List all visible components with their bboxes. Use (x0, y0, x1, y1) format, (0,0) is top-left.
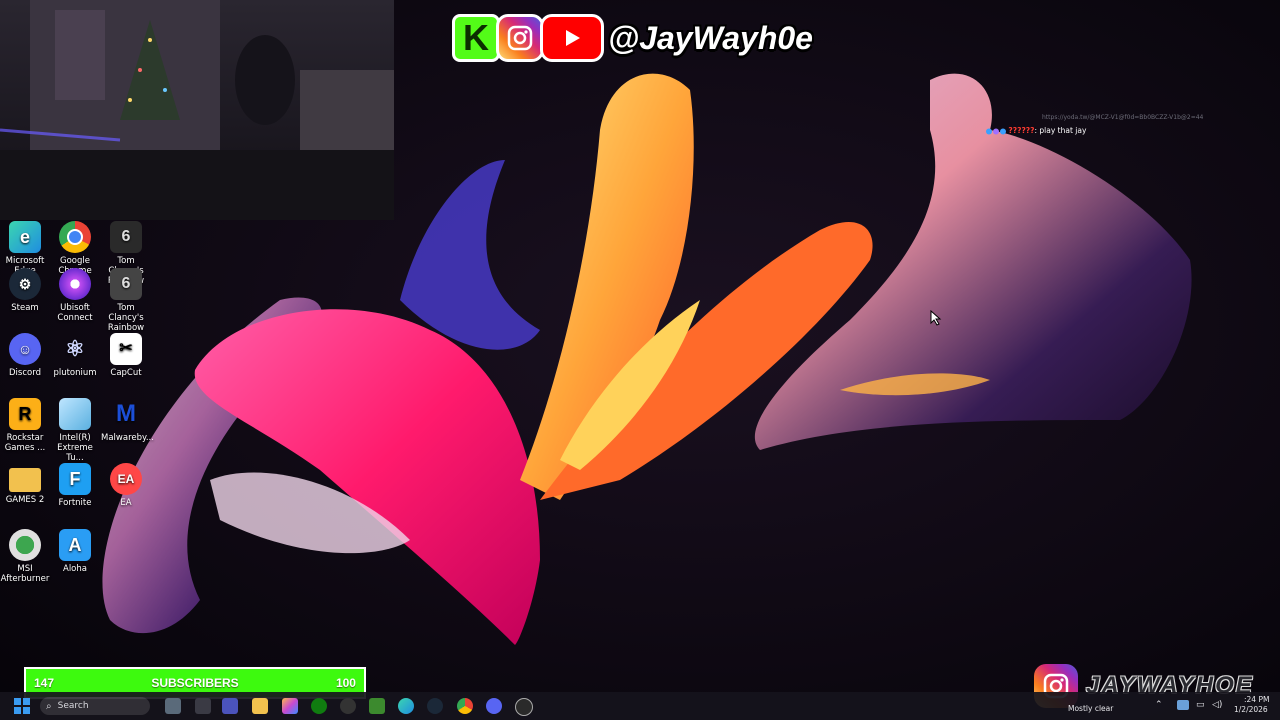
tray-chevron-icon[interactable]: ⌃ (1155, 700, 1163, 710)
instagram-icon (496, 14, 544, 62)
desktop-icon-games-folder[interactable]: GAMES 2 (0, 463, 50, 505)
webcam-overlay (0, 0, 394, 220)
clock-time[interactable]: :24 PM (1244, 695, 1269, 704)
weather-text: Mostly clear (1068, 704, 1114, 713)
subscriber-goal: 100 (335, 676, 356, 690)
minecraft-icon[interactable] (369, 698, 385, 714)
intel-xtu-icon (59, 398, 91, 430)
edge-icon[interactable] (398, 698, 414, 714)
obs-icon[interactable] (515, 698, 533, 716)
rockstar-icon: R (9, 398, 41, 430)
steam-icon: ⚙ (9, 268, 41, 300)
desktop-icon-label: Fortnite (58, 498, 92, 508)
desktop-icon-label: CapCut (110, 368, 142, 378)
desktop-icon-label: EA (120, 498, 132, 508)
desktop-icon-rainbow-six-2[interactable]: 6 Tom Clancy's Rainbow Si... (101, 268, 151, 343)
ubisoft-icon (59, 268, 91, 300)
social-banner: K @JayWayh0e (452, 12, 813, 64)
malwarebytes-icon: M (116, 400, 136, 427)
desktop-icon-capcut[interactable]: ✂ CapCut (101, 333, 151, 378)
kick-logo-icon: K (452, 14, 500, 62)
desktop-icon-rockstar[interactable]: R Rockstar Games ... (0, 398, 50, 453)
chat-text: : play that jay (1034, 126, 1087, 135)
desktop-icon-intel-xtu[interactable]: Intel(R) Extreme Tu... (50, 398, 100, 463)
desktop-icon-discord[interactable]: ☺ Discord (0, 333, 50, 378)
folder-icon (9, 468, 41, 492)
desktop-icon-fortnite[interactable]: F Fortnite (50, 463, 100, 508)
chrome-icon (59, 221, 91, 253)
desktop-icon-label: Malwareby... (101, 433, 154, 443)
file-explorer-icon[interactable] (195, 698, 211, 714)
desktop-icon-ubisoft[interactable]: Ubisoft Connect (50, 268, 100, 323)
desktop-icon-ea[interactable]: EA EA (101, 463, 151, 508)
capcut-icon: ✂ (110, 333, 142, 365)
msi-afterburner-icon (9, 529, 41, 561)
youtube-icon (540, 14, 604, 62)
desktop-icon-steam[interactable]: ⚙ Steam (0, 268, 50, 313)
discord-icon[interactable] (486, 698, 502, 714)
subscriber-label: SUBSCRIBERS (151, 676, 239, 690)
tray-app-icon[interactable] (1177, 700, 1189, 710)
desktop-icon-label: plutonium (53, 368, 97, 378)
desktop-icon-label: Steam (11, 303, 39, 313)
search-icon: ⌕ (46, 700, 52, 712)
desktop-icon-label: MSI Afterburner (0, 564, 50, 584)
desktop-icon-aloha[interactable]: A Aloha (50, 529, 100, 574)
teams-icon[interactable] (222, 698, 238, 714)
clock-date[interactable]: 1/2/2026 (1234, 705, 1268, 714)
taskbar-search[interactable]: ⌕ Search (40, 697, 150, 715)
network-icon[interactable]: ▭ (1196, 700, 1205, 710)
rainbow-six-icon: 6 (110, 268, 142, 300)
aloha-icon: A (59, 529, 91, 561)
search-label: Search (57, 701, 89, 711)
desktop-icon-label: Ubisoft Connect (57, 303, 93, 323)
volume-icon[interactable]: ◁) (1212, 700, 1222, 710)
rainbow-six-icon: 6 (110, 221, 142, 253)
edge-icon: e (9, 221, 41, 253)
atom-icon: ⚛ (65, 336, 85, 361)
widgets-icon[interactable] (165, 698, 181, 714)
steam-icon[interactable] (427, 698, 443, 714)
chat-message: ??????: play that jay (986, 126, 1086, 135)
desktop-icon-label: Discord (9, 368, 41, 378)
desktop-icon-label: Aloha (63, 564, 87, 574)
start-button-windows-icon[interactable] (14, 698, 30, 714)
ea-icon: EA (110, 463, 142, 495)
chrome-icon[interactable] (457, 698, 473, 714)
desktop-icon-label: Rockstar Games ... (4, 433, 46, 453)
desktop-icon-label: GAMES 2 (5, 495, 45, 505)
copilot-icon[interactable] (282, 698, 298, 714)
fortnite-icon: F (59, 463, 91, 495)
desktop-icon-plutonium[interactable]: ⚛ plutonium (50, 333, 100, 379)
xbox-icon[interactable] (311, 698, 327, 714)
mouse-cursor-icon (930, 310, 942, 326)
subscriber-count: 147 (34, 676, 55, 690)
chat-badges-icon (986, 128, 1006, 135)
desktop-icon-msi-afterburner[interactable]: MSI Afterburner (0, 529, 50, 584)
desktop-icon-malwarebytes[interactable]: M Malwareby... (101, 398, 154, 444)
channel-handle: @JayWayh0e (608, 19, 813, 56)
chat-username: ?????? (1008, 126, 1035, 135)
chat-url: https://yoda.tw/@MCZ-V1@f0d=Bb0BCZZ-V1b@… (1042, 114, 1204, 121)
taskbar: ⌕ Search Mostly clear ⌃ ▭ ◁) :24 PM 1/2/… (0, 692, 1280, 720)
xbox-app-icon[interactable] (340, 698, 356, 714)
discord-icon: ☺ (9, 333, 41, 365)
folder-icon[interactable] (252, 698, 268, 714)
desktop-icon-label: Intel(R) Extreme Tu... (57, 433, 93, 463)
